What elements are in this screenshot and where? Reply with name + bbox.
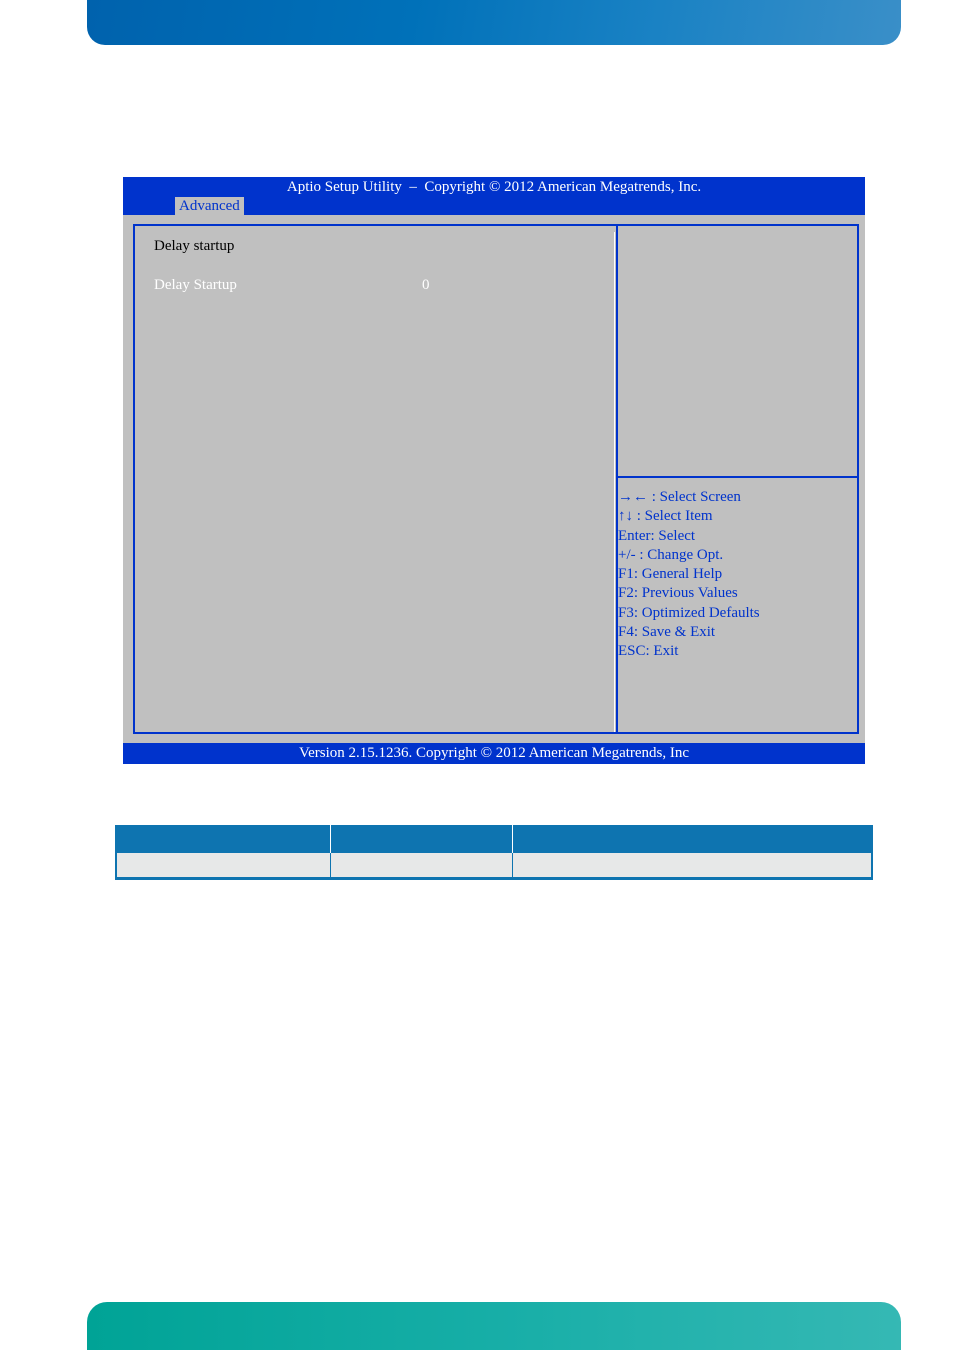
help-panel-divider	[616, 476, 859, 478]
table-cell	[512, 852, 873, 880]
bios-header-bar: Aptio Setup Utility – Copyright © 2012 A…	[123, 177, 865, 215]
tab-advanced[interactable]: Advanced	[175, 197, 244, 215]
table-row	[115, 852, 873, 880]
help-select-screen: →← : Select Screen	[618, 489, 741, 505]
table-header-cell	[115, 825, 331, 853]
help-change-opt: +/- : Change Opt.	[618, 546, 724, 563]
help-exit: ESC: Exit	[618, 643, 679, 660]
table-header-cell	[330, 825, 513, 853]
divider-highlight	[614, 232, 615, 732]
section-title: Delay startup	[154, 238, 235, 254]
table-cell	[115, 852, 331, 880]
help-optimized-defaults: F3: Optimized Defaults	[618, 604, 760, 621]
help-general-help: F1: General Help	[618, 566, 723, 583]
bios-setup-screen: Aptio Setup Utility – Copyright © 2012 A…	[123, 177, 865, 764]
page-footer-band	[87, 1302, 901, 1350]
help-select-item: ↑↓ : Select Item	[618, 508, 713, 525]
help-previous-values: F2: Previous Values	[618, 585, 738, 602]
main-frame: Delay startup Delay Startup 0 →← : Selec…	[133, 224, 859, 734]
bios-footer: Version 2.15.1236. Copyright © 2012 Amer…	[123, 743, 865, 764]
page-header-band	[87, 0, 901, 45]
help-enter-select: Enter: Select	[618, 527, 696, 544]
key-help-list: →← : Select Screen ↑↓ : Select Item Ente…	[618, 488, 760, 662]
table-header-row	[115, 825, 873, 853]
table-cell	[330, 852, 513, 880]
setting-delay-startup-value[interactable]: 0	[422, 276, 430, 294]
settings-table	[115, 825, 873, 880]
table-header-cell	[512, 825, 873, 853]
setting-delay-startup[interactable]: Delay Startup	[154, 276, 237, 294]
bios-title: Aptio Setup Utility – Copyright © 2012 A…	[286, 179, 702, 195]
help-save-exit: F4: Save & Exit	[618, 624, 716, 641]
